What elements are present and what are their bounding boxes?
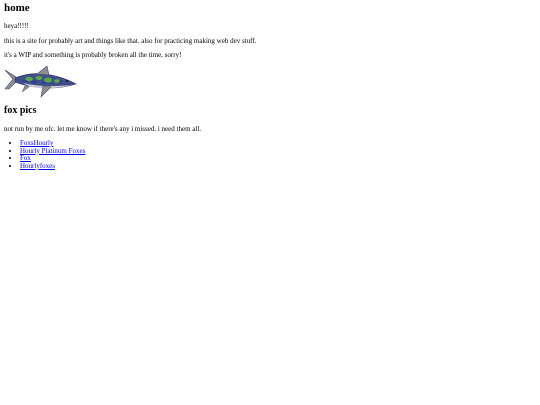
fox-note-text: not run by me ofc. let me know if there'…	[4, 125, 202, 133]
page-title: home	[4, 2, 30, 14]
greeting-text: heya!!!!!	[4, 22, 29, 30]
description-text: this is a site for probably art and thin…	[4, 37, 257, 45]
list-item: Hourlyfoxes	[20, 162, 85, 171]
disclaimer-text: it's a WIP and something is probably bro…	[4, 51, 182, 59]
fox-links-list: FoxsHourly Hourly Platinum Foxes Fox Hou…	[4, 139, 85, 171]
shark-image	[4, 66, 77, 98]
link-hourlyfoxes[interactable]: Hourlyfoxes	[20, 162, 55, 170]
fox-pics-heading: fox pics	[4, 105, 37, 116]
page: home heya!!!!! this is a site for probab…	[0, 0, 540, 405]
